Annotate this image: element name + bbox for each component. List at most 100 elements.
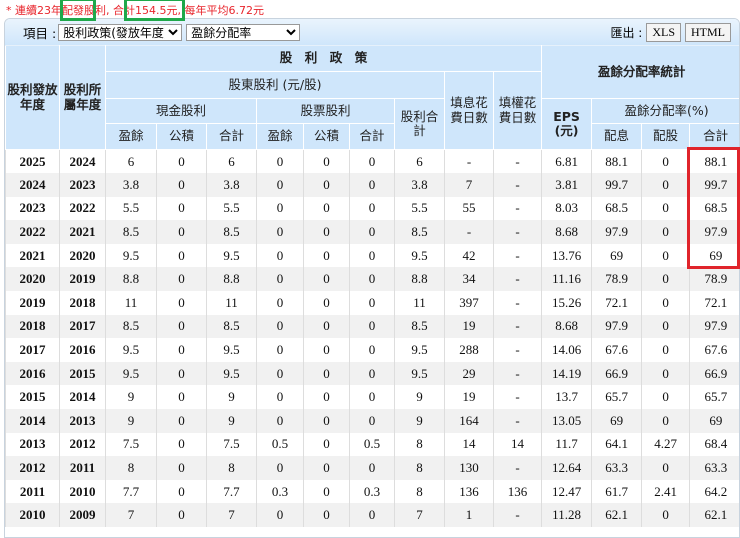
table-cell: - — [494, 150, 542, 174]
table-row: 202220218.508.50008.5--8.6897.9097.9 — [6, 220, 740, 244]
table-cell: 3.8 — [395, 173, 445, 197]
table-row: 202420233.803.80003.87-3.8199.7099.7 — [6, 173, 740, 197]
table-cell: 72.1 — [592, 291, 642, 315]
table-cell: 9 — [207, 409, 257, 433]
table-cell: 8 — [395, 480, 445, 504]
table-cell: 6 — [106, 150, 157, 174]
table-cell: 7.7 — [106, 480, 157, 504]
table-cell: 11 — [395, 291, 445, 315]
table-row: 201820178.508.50008.519-8.6897.9097.9 — [6, 315, 740, 339]
table-cell: 0 — [257, 338, 304, 362]
header-ratio-stock: 配股 — [642, 124, 690, 150]
table-cell: 0 — [350, 338, 395, 362]
table-cell: 42 — [445, 244, 494, 268]
table-cell: 164 — [445, 409, 494, 433]
table-cell: 2021 — [60, 220, 106, 244]
table-cell: 0 — [304, 197, 350, 221]
table-cell: 0 — [350, 150, 395, 174]
table-cell: 0 — [642, 338, 690, 362]
table-cell: 67.6 — [592, 338, 642, 362]
table-cell: 2016 — [6, 362, 60, 386]
table-cell: 6 — [207, 150, 257, 174]
table-cell: 8.5 — [395, 315, 445, 339]
table-cell: - — [494, 409, 542, 433]
table-row: 201220118080008130-12.6463.3063.3 — [6, 456, 740, 480]
table-cell: 0 — [157, 267, 207, 291]
sub-item-select[interactable]: 盈餘分配率 — [186, 24, 300, 41]
item-select[interactable]: 股利政策(發放年度) — [58, 24, 182, 41]
table-cell: 0 — [257, 503, 304, 527]
table-cell: 0 — [257, 197, 304, 221]
header-stock-total: 合計 — [350, 124, 395, 150]
table-cell: 0 — [304, 267, 350, 291]
table-cell: 7 — [395, 503, 445, 527]
table-cell: 0 — [257, 456, 304, 480]
header-stock-earn: 盈餘 — [257, 124, 304, 150]
table-cell: 4.27 — [642, 433, 690, 457]
table-cell: 0 — [350, 244, 395, 268]
table-cell: 97.9 — [592, 220, 642, 244]
table-cell: 9.5 — [106, 362, 157, 386]
table-cell: 0 — [157, 338, 207, 362]
table-cell: 2019 — [60, 267, 106, 291]
table-cell: - — [494, 244, 542, 268]
table-cell: 0 — [642, 291, 690, 315]
table-cell: - — [494, 315, 542, 339]
table-cell: 0 — [350, 220, 395, 244]
table-cell: 15.26 — [542, 291, 592, 315]
table-cell: 65.7 — [690, 385, 740, 409]
table-cell: 2016 — [60, 338, 106, 362]
table-cell: 8 — [395, 433, 445, 457]
table-cell: 0 — [157, 480, 207, 504]
table-cell: 0 — [304, 173, 350, 197]
table-cell: 2023 — [6, 197, 60, 221]
table-cell: - — [494, 173, 542, 197]
table-cell: 0 — [304, 503, 350, 527]
table-cell: 9 — [395, 409, 445, 433]
table-cell: 0 — [304, 291, 350, 315]
table-cell: 0 — [157, 409, 207, 433]
table-cell: 0 — [304, 480, 350, 504]
table-cell: - — [494, 456, 542, 480]
table-cell: - — [494, 503, 542, 527]
table-cell: 8.5 — [207, 220, 257, 244]
export-label: 匯出 : — [610, 24, 642, 41]
table-cell: 19 — [445, 315, 494, 339]
table-cell: 78.9 — [592, 267, 642, 291]
export-xls-button[interactable]: XLS — [646, 23, 681, 42]
table-cell: 1 — [445, 503, 494, 527]
table-cell: 7 — [106, 503, 157, 527]
table-cell: 66.9 — [690, 362, 740, 386]
table-cell: 9.5 — [395, 362, 445, 386]
table-cell: 0 — [642, 456, 690, 480]
header-cash-total: 合計 — [207, 124, 257, 150]
table-cell: 3.81 — [542, 173, 592, 197]
table-cell: 8.5 — [207, 315, 257, 339]
table-cell: 67.6 — [690, 338, 740, 362]
table-cell: 2018 — [6, 315, 60, 339]
table-cell: 136 — [494, 480, 542, 504]
table-cell: 0.3 — [257, 480, 304, 504]
table-cell: 66.9 — [592, 362, 642, 386]
table-cell: 8.5 — [106, 220, 157, 244]
table-cell: 0 — [257, 220, 304, 244]
item-label: 項目 : — [23, 23, 56, 42]
table-cell: 2.41 — [642, 480, 690, 504]
table-row: 201620159.509.50009.529-14.1966.9066.9 — [6, 362, 740, 386]
table-cell: 0 — [642, 385, 690, 409]
header-stock-reserve: 公積 — [304, 124, 350, 150]
table-cell: 0 — [157, 433, 207, 457]
table-cell: 2015 — [6, 385, 60, 409]
export-html-button[interactable]: HTML — [685, 23, 731, 42]
table-cell: 72.1 — [690, 291, 740, 315]
table-row: 202520246060006--6.8188.1088.1 — [6, 150, 740, 174]
table-cell: 69 — [690, 244, 740, 268]
table-cell: 0 — [257, 409, 304, 433]
table-cell: 9 — [106, 409, 157, 433]
table-cell: 63.3 — [592, 456, 642, 480]
table-cell: 2021 — [6, 244, 60, 268]
header-stats: 盈餘分配率統計 — [542, 46, 740, 99]
header-fill-right-days: 填權花費日數 — [494, 72, 542, 150]
header-eps: EPS (元) — [542, 99, 592, 150]
header-policy: 股 利 政 策 — [106, 46, 542, 72]
